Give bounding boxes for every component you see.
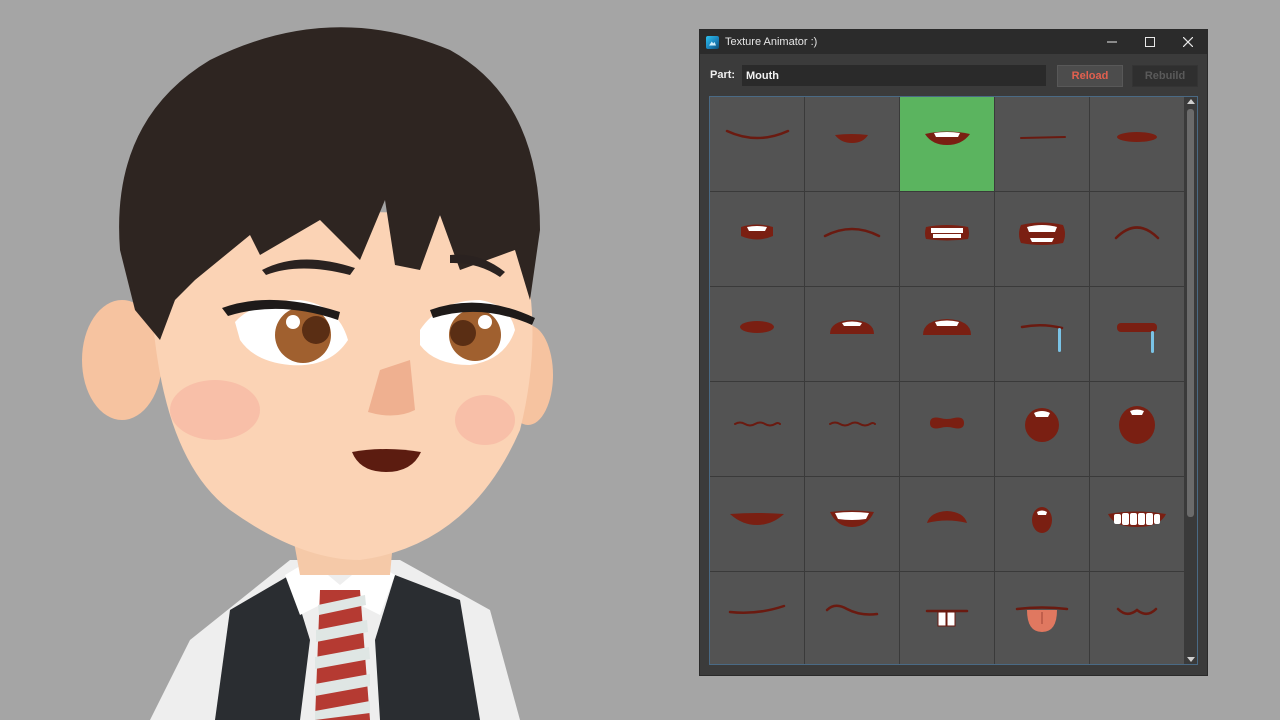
teeth-grin-icon: [925, 225, 969, 241]
flat-drool-icon: [1020, 324, 1064, 352]
smirk-line-icon: [728, 604, 786, 614]
pout-icon: [927, 511, 967, 523]
smile-line-icon: [725, 129, 790, 140]
texture-animator-window: Texture Animator :) Part: Mouth Reload R…: [699, 29, 1208, 676]
character-render: [82, 27, 553, 720]
mouth-cell-wavy-line-2[interactable]: [805, 382, 899, 476]
mouth-cell-frown-arc[interactable]: [1090, 192, 1184, 286]
mouth-cell-big-round-open[interactable]: [1090, 382, 1184, 476]
mouth-cell-oval-closed[interactable]: [1090, 97, 1184, 191]
big-grin-teeth-icon: [1108, 511, 1166, 527]
close-icon: [1183, 37, 1193, 47]
mouth-cell-cat-mouth[interactable]: [1090, 572, 1184, 664]
pucker-icon: [930, 417, 964, 429]
mouth-cell-wavy-line[interactable]: [710, 382, 804, 476]
wide-smile-icon: [730, 513, 784, 525]
flat-line-icon: [1020, 136, 1066, 139]
mouth-cell-wide-open-teeth[interactable]: [900, 287, 994, 381]
mouth-cell-big-grin-teeth[interactable]: [1090, 477, 1184, 571]
frown-line-icon: [823, 227, 881, 238]
round-open-icon: [1025, 408, 1059, 442]
wavy-line-2-icon: [829, 421, 876, 427]
buck-teeth-icon: [925, 609, 969, 627]
mouth-cell-small-round-open[interactable]: [995, 477, 1089, 571]
frown-arc-icon: [1114, 226, 1160, 240]
wavy-line-icon: [734, 421, 781, 427]
scroll-up-icon[interactable]: [1187, 99, 1195, 104]
mouth-cell-smile-line[interactable]: [710, 97, 804, 191]
window-title: Texture Animator :): [725, 36, 818, 48]
mouth-texture-grid: [709, 96, 1198, 665]
mouth-cell-flat-drool[interactable]: [995, 287, 1089, 381]
mouth-cell-teeth-grin[interactable]: [900, 192, 994, 286]
cat-mouth-icon: [1116, 607, 1158, 615]
app-icon: [706, 35, 719, 49]
wide-open-teeth-icon: [923, 319, 971, 335]
mouth-cell-pout[interactable]: [900, 477, 994, 571]
mouth-cell-small-open-teeth[interactable]: [710, 192, 804, 286]
mouth-cell-open-smile-teeth[interactable]: [900, 97, 994, 191]
part-label: Part:: [710, 69, 736, 81]
scroll-thumb[interactable]: [1187, 109, 1194, 517]
small-closed-icon: [835, 134, 868, 143]
mouth-cell-grimace-teeth[interactable]: [995, 192, 1089, 286]
mouth-cell-smirk-line[interactable]: [710, 572, 804, 664]
mouth-cell-wide-smile[interactable]: [710, 477, 804, 571]
mouth-cell-open-upper-teeth[interactable]: [805, 287, 899, 381]
close-button[interactable]: [1169, 30, 1207, 54]
small-oval-icon: [740, 321, 774, 333]
mouth-cell-small-oval[interactable]: [710, 287, 804, 381]
minimize-icon: [1107, 41, 1117, 43]
scroll-down-icon[interactable]: [1187, 657, 1195, 662]
mouth-cell-pucker[interactable]: [900, 382, 994, 476]
toolbar: Part: Mouth Reload Rebuild: [700, 64, 1207, 88]
mouth-cell-round-open[interactable]: [995, 382, 1089, 476]
mouth-cell-closed-drool[interactable]: [1090, 287, 1184, 381]
smile-teeth-icon: [830, 510, 874, 527]
small-open-teeth-icon: [741, 224, 773, 240]
rebuild-button[interactable]: Rebuild: [1132, 65, 1198, 87]
wavy-smirk-icon: [825, 604, 879, 616]
tongue-out-icon: [1015, 606, 1069, 632]
maximize-button[interactable]: [1131, 30, 1169, 54]
character-viewport[interactable]: [0, 0, 690, 720]
mouth-cell-small-closed[interactable]: [805, 97, 899, 191]
open-upper-teeth-icon: [830, 320, 874, 334]
oval-closed-icon: [1117, 132, 1157, 142]
small-round-open-icon: [1032, 507, 1052, 533]
open-smile-teeth-icon: [925, 131, 970, 145]
grimace-teeth-icon: [1019, 222, 1065, 245]
scrollbar[interactable]: [1185, 97, 1197, 664]
mouth-cell-tongue-out[interactable]: [995, 572, 1089, 664]
mouth-cell-flat-line[interactable]: [995, 97, 1089, 191]
closed-drool-icon: [1117, 323, 1157, 353]
title-bar[interactable]: Texture Animator :): [700, 30, 1207, 54]
part-input[interactable]: Mouth: [742, 65, 1046, 86]
minimize-button[interactable]: [1093, 30, 1131, 54]
reload-button[interactable]: Reload: [1057, 65, 1123, 87]
mouth-cell-frown-line[interactable]: [805, 192, 899, 286]
maximize-icon: [1145, 37, 1155, 47]
mouth-cell-smile-teeth[interactable]: [805, 477, 899, 571]
mouth-cell-buck-teeth[interactable]: [900, 572, 994, 664]
mouth-cell-wavy-smirk[interactable]: [805, 572, 899, 664]
big-round-open-icon: [1119, 406, 1155, 444]
